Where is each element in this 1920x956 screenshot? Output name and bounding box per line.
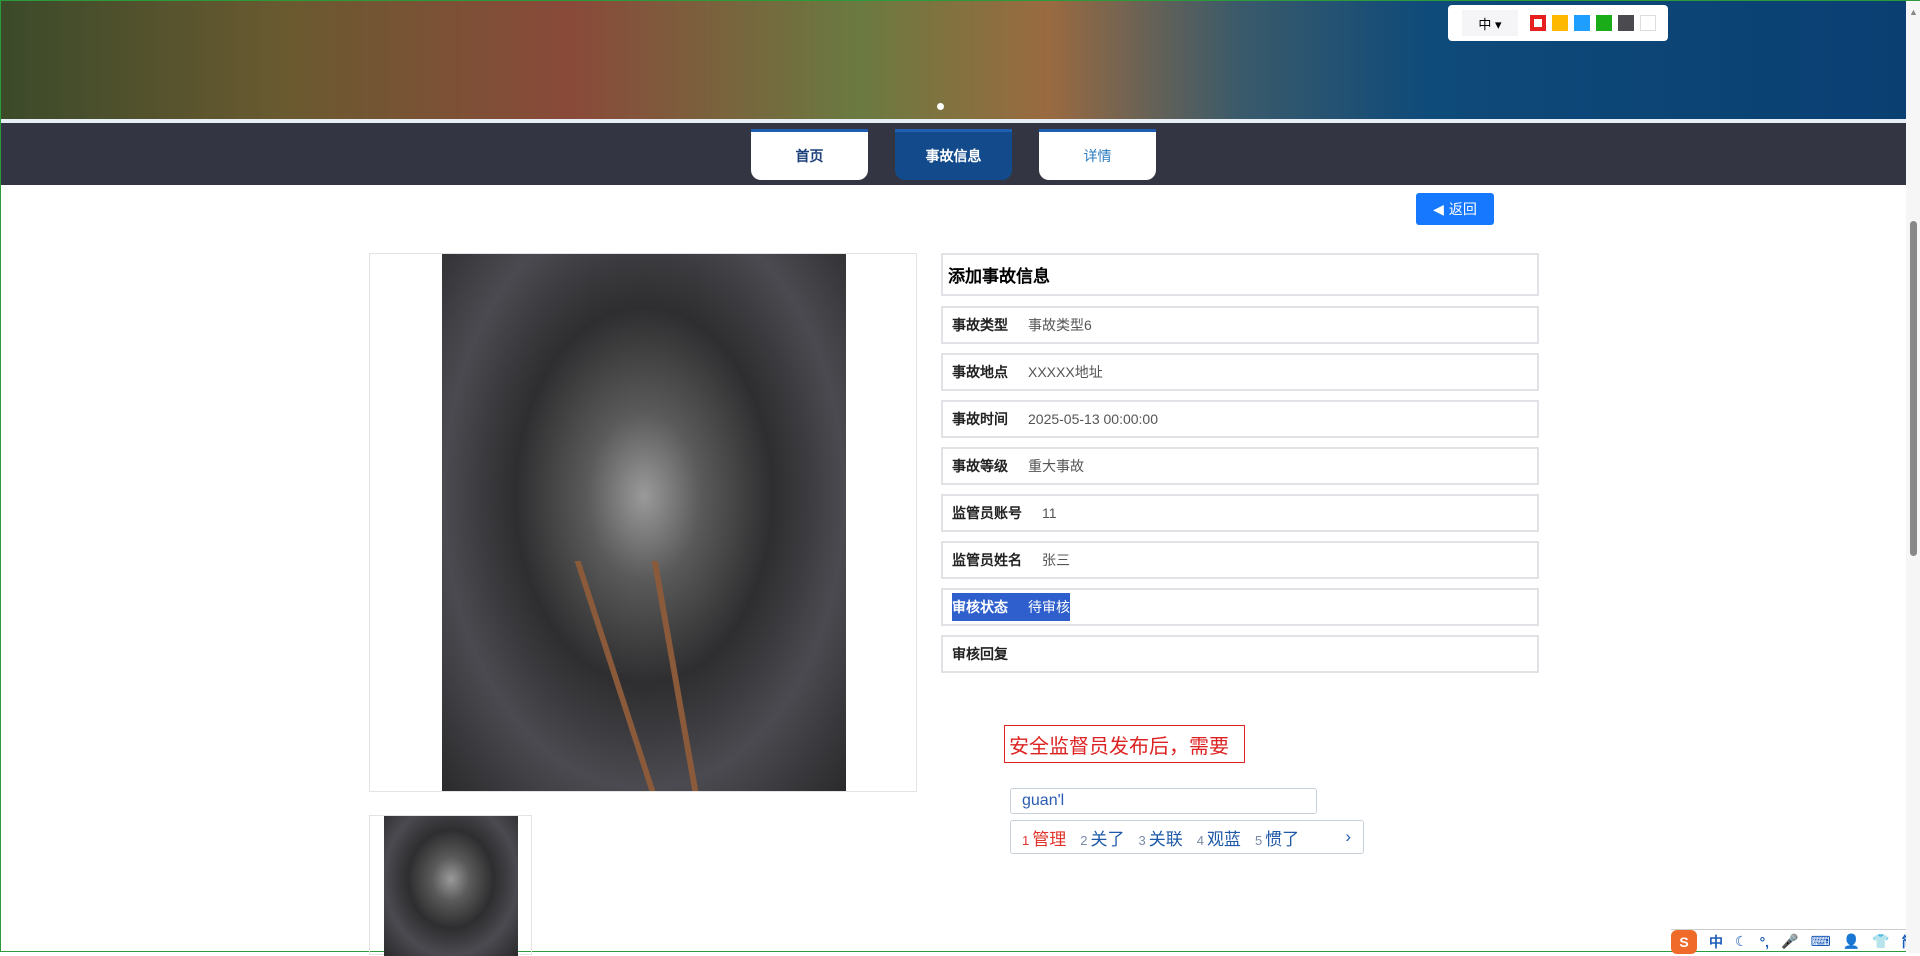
swatch-green[interactable] xyxy=(1596,15,1612,31)
row-value: 张三 xyxy=(1042,552,1070,568)
ime-candidate[interactable]: 3 关联 xyxy=(1138,825,1182,850)
swatch-yellow[interactable] xyxy=(1552,15,1568,31)
row-label: 事故等级 xyxy=(952,458,1008,474)
ime-candidate[interactable]: 5 惯了 xyxy=(1255,825,1299,850)
moon-icon[interactable]: ☾ xyxy=(1735,933,1748,950)
text-editing-box[interactable]: 安全监督员发布后，需要 xyxy=(1004,725,1245,763)
row-label: 监管员账号 xyxy=(952,505,1022,521)
scrollbar[interactable]: ▲ xyxy=(1906,1,1920,953)
color-toolbar: 中 ▾ xyxy=(1448,5,1668,41)
back-button[interactable]: ◀ 返回 xyxy=(1416,193,1494,225)
info-row: 事故等级 重大事故 xyxy=(941,447,1539,485)
keyboard-icon[interactable]: ⌨ xyxy=(1811,933,1831,950)
info-row: 事故时间 2025-05-13 00:00:00 xyxy=(941,400,1539,438)
carousel-dot[interactable] xyxy=(937,103,944,110)
row-label: 事故地点 xyxy=(952,364,1008,380)
tab-home[interactable]: 首页 xyxy=(751,129,868,180)
sogou-logo-icon[interactable]: S xyxy=(1671,929,1697,954)
next-page-icon[interactable]: › xyxy=(1345,827,1351,847)
caret-left-icon: ◀ xyxy=(1433,200,1444,217)
microphone-icon[interactable]: 🎤 xyxy=(1781,933,1798,950)
ime-composition-input: guan'l xyxy=(1010,788,1317,814)
nav-bar: 首页 事故信息 详情 xyxy=(1,123,1906,185)
ime-lang-icon[interactable]: 中 xyxy=(1709,932,1723,952)
main-image-frame xyxy=(369,253,917,792)
swatch-white[interactable] xyxy=(1640,15,1656,31)
panel-title: 添加事故信息 xyxy=(941,253,1539,296)
tab-accident-info[interactable]: 事故信息 xyxy=(895,129,1012,180)
scrollbar-thumb[interactable] xyxy=(1910,221,1917,556)
row-label: 事故时间 xyxy=(952,411,1008,427)
ime-status-bar: S 中 ☾ °, 🎤 ⌨ 👤 👕 简 ▦ xyxy=(1671,929,1920,954)
row-label: 审核回复 xyxy=(952,646,1008,662)
thumbnail[interactable] xyxy=(369,815,532,956)
swatch-blue[interactable] xyxy=(1574,15,1590,31)
font-size-dropdown[interactable]: 中 ▾ xyxy=(1462,10,1518,36)
tab-detail[interactable]: 详情 xyxy=(1039,129,1156,180)
info-row: 监管员账号 11 xyxy=(941,494,1539,532)
info-row: 监管员姓名 张三 xyxy=(941,541,1539,579)
info-row: 审核回复 xyxy=(941,635,1539,673)
info-row: 事故地点 XXXXX地址 xyxy=(941,353,1539,391)
user-icon[interactable]: 👤 xyxy=(1843,933,1860,950)
ime-candidate-list: 1 管理 2 关了 3 关联 4 观蓝 5 惯了 › xyxy=(1010,820,1364,854)
row-value: 重大事故 xyxy=(1028,458,1084,474)
ime-candidate[interactable]: 2 关了 xyxy=(1080,825,1124,850)
scroll-up-icon[interactable]: ▲ xyxy=(1909,7,1918,17)
info-row: 审核状态 待审核 xyxy=(941,588,1539,626)
row-label: 审核状态 xyxy=(952,593,1028,621)
swatch-gray[interactable] xyxy=(1618,15,1634,31)
skin-icon[interactable]: 👕 xyxy=(1872,933,1889,950)
mine-tunnel-photo xyxy=(442,254,846,791)
row-value: 事故类型6 xyxy=(1028,317,1092,333)
row-value: 待审核 xyxy=(1028,593,1070,621)
swatch-red[interactable] xyxy=(1530,15,1546,31)
ime-candidate[interactable]: 1 管理 xyxy=(1022,825,1066,850)
row-label: 监管员姓名 xyxy=(952,552,1022,568)
row-label: 事故类型 xyxy=(952,317,1008,333)
ime-candidate[interactable]: 4 观蓝 xyxy=(1197,825,1241,850)
back-label: 返回 xyxy=(1448,201,1477,217)
row-value: 2025-05-13 00:00:00 xyxy=(1028,411,1158,427)
row-value: XXXXX地址 xyxy=(1028,364,1103,380)
info-row: 事故类型 事故类型6 xyxy=(941,306,1539,344)
row-value: 11 xyxy=(1042,505,1057,521)
punctuation-icon[interactable]: °, xyxy=(1760,934,1770,950)
thumbnail-photo xyxy=(384,816,518,956)
